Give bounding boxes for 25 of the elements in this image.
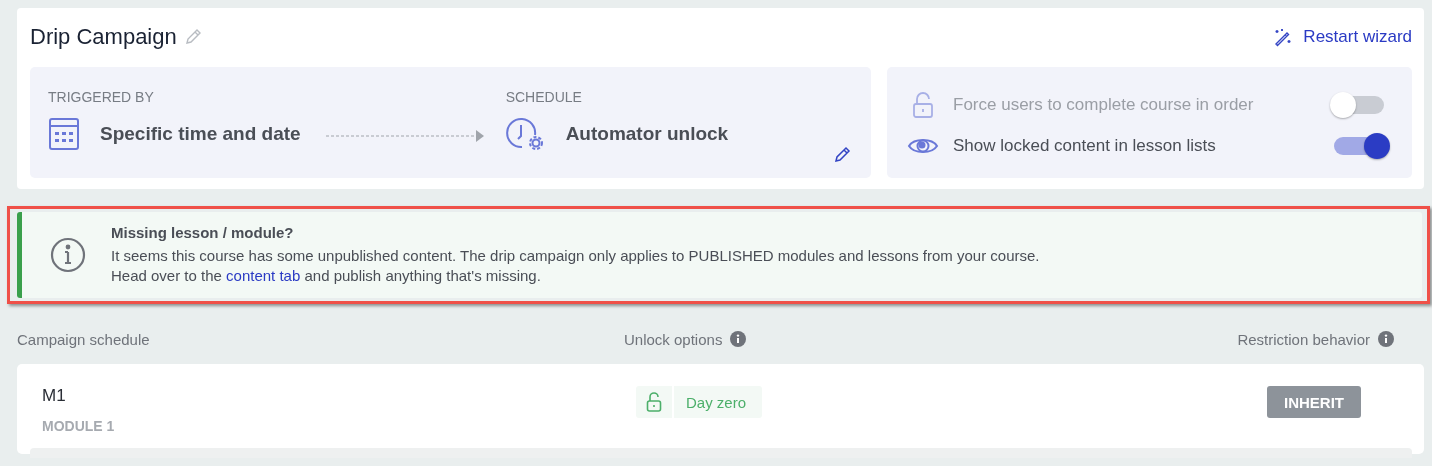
setting-label: Force users to complete course in order bbox=[953, 95, 1255, 115]
column-header: Unlock options bbox=[624, 330, 723, 348]
unlocked-padlock-icon bbox=[646, 391, 662, 413]
section-label: SCHEDULE bbox=[505, 89, 583, 105]
column-header: Campaign schedule bbox=[17, 330, 151, 348]
info-icon[interactable] bbox=[730, 331, 747, 347]
notice-text: It seems this course has some unpublished content. The drip campaign only applies to PUBLISHED modules and lessons from your course. Head over to the content tab and publish anything that's missing. bbox=[111, 246, 1040, 286]
setting-label: Show locked content in lesson lists bbox=[953, 136, 1217, 156]
info-icon bbox=[49, 236, 87, 274]
unlocked-padlock-icon bbox=[911, 91, 935, 119]
content-tab-link[interactable]: content tab bbox=[226, 267, 301, 284]
notice-title: Missing lesson / module? bbox=[111, 224, 295, 241]
module-label: MODULE 1 bbox=[42, 418, 116, 434]
calendar-icon bbox=[48, 117, 80, 151]
module-name: M1 bbox=[42, 386, 67, 406]
pencil-icon[interactable] bbox=[833, 144, 853, 164]
trigger-value: Specific time and date bbox=[100, 123, 301, 145]
info-icon[interactable] bbox=[1378, 331, 1394, 347]
schedule-value: Automator unlock bbox=[565, 123, 729, 145]
restart-wizard-link[interactable]: Restart wizard bbox=[1273, 27, 1412, 47]
magic-wand-icon[interactable] bbox=[1273, 27, 1294, 47]
clock-gear-icon bbox=[505, 117, 546, 151]
section-label: TRIGGERED BY bbox=[48, 89, 155, 105]
page-title: Drip Campaign bbox=[30, 24, 177, 50]
column-header: Restriction behavior bbox=[1237, 330, 1370, 348]
